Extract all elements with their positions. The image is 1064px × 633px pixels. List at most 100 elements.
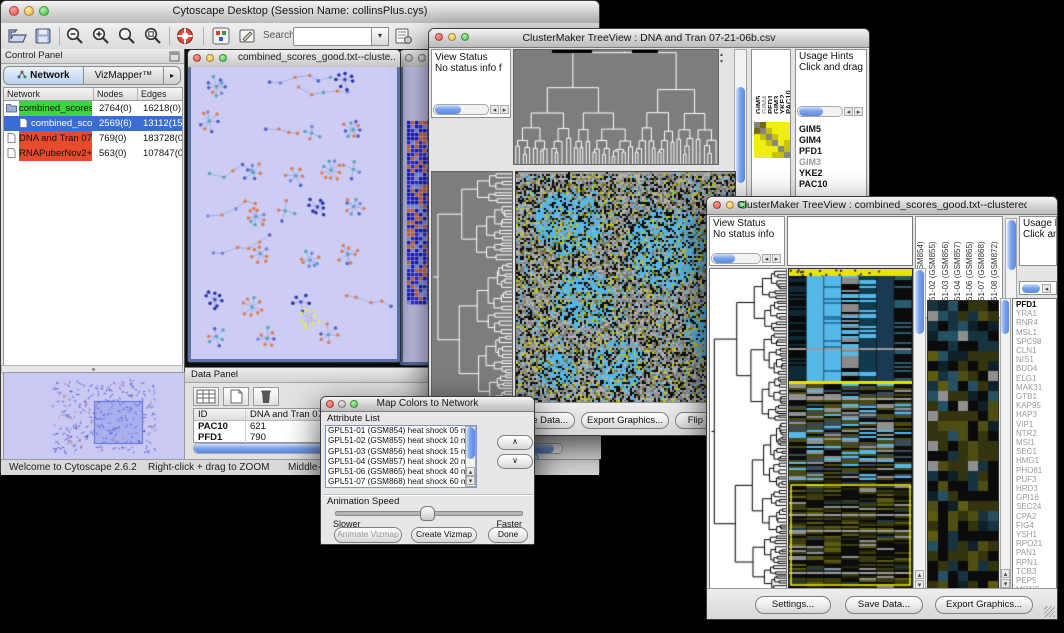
gene-label[interactable]: KAP95 (1016, 401, 1042, 410)
matrix-column-label[interactable]: PAC10 (784, 52, 790, 114)
minimize-icon[interactable] (206, 54, 214, 62)
network-list-row[interactable]: combined_sco2569(6)13112(15) (4, 116, 182, 131)
close-icon[interactable] (405, 54, 413, 62)
gene-label[interactable]: YSH1 (1016, 530, 1042, 539)
close-icon[interactable] (713, 201, 721, 209)
zoom-fit-icon[interactable] (117, 26, 137, 46)
export-graphics-button[interactable]: Export Graphics... (935, 596, 1033, 614)
gene-list-vscrollbar[interactable] (1000, 298, 1011, 591)
gene-label[interactable]: CPA2 (1016, 512, 1042, 521)
attribute-select-icon[interactable] (193, 387, 219, 406)
new-attribute-icon[interactable] (223, 387, 249, 406)
network-window-1-titlebar[interactable]: combined_scores_good.txt--cluste... (188, 50, 400, 68)
search-dropdown-icon[interactable]: ▾ (371, 27, 389, 46)
gene-label[interactable]: MSL1 (1016, 328, 1042, 337)
network-window-1[interactable]: combined_scores_good.txt--cluste... (187, 49, 401, 363)
attribute-list-item[interactable]: GPL51-02 (GSM855) heat shock 10 min (326, 436, 476, 446)
tab-vizmapper[interactable]: VizMapper™ (84, 66, 164, 85)
network-view-1[interactable] (191, 67, 397, 359)
gene-label[interactable]: MSI1 (1016, 438, 1042, 447)
gene-label[interactable]: GIM4 (799, 135, 827, 146)
gene-label[interactable]: MAK31 (1016, 383, 1042, 392)
heatmap-zoom[interactable] (927, 300, 999, 592)
network-list-row[interactable]: DNA and Tran 07769(0)183728(0) (4, 131, 182, 146)
gene-label[interactable]: PUF3 (1016, 475, 1042, 484)
resize-grip[interactable] (1044, 606, 1055, 617)
speed-slider-thumb[interactable] (420, 506, 435, 521)
attribute-list[interactable]: GPL51-01 (GSM854) heat shock 05 minGPL51… (325, 425, 477, 488)
scroll-right-icon[interactable]: ▸ (500, 105, 509, 114)
minimize-icon[interactable] (418, 54, 426, 62)
close-icon[interactable] (435, 33, 443, 41)
search-input[interactable] (293, 27, 373, 46)
gene-label[interactable]: RPO21 (1016, 539, 1042, 548)
gene-label[interactable]: PFD1 (1016, 300, 1042, 309)
tab-scroll-right-icon[interactable]: ▸ (164, 66, 181, 85)
gene-label[interactable]: ELG1 (1016, 374, 1042, 383)
gene-label[interactable]: HRD3 (1016, 484, 1042, 493)
splitter-arrows-icon[interactable]: ▴▾ (720, 51, 723, 65)
scroll-left-icon[interactable]: ◂ (1042, 284, 1051, 293)
usage-hscrollbar[interactable]: ◂ (1019, 281, 1057, 295)
gene-label[interactable]: GIM3 (799, 157, 827, 168)
dialog-titlebar[interactable]: Map Colors to Network (321, 397, 534, 412)
gene-label[interactable]: YKE2 (799, 168, 827, 179)
row-dendrogram[interactable] (431, 171, 513, 409)
close-icon[interactable] (9, 6, 19, 16)
column-dendrogram[interactable] (513, 49, 719, 165)
zoom-window-icon[interactable] (219, 54, 227, 62)
scroll-right-icon[interactable]: ▸ (854, 107, 863, 116)
tab-network[interactable]: Network (3, 66, 84, 85)
treeview2-titlebar[interactable]: ClusterMaker TreeView : combined_scores_… (707, 197, 1057, 215)
gene-label[interactable]: VIP1 (1016, 420, 1042, 429)
save-session-icon[interactable] (33, 26, 53, 46)
minimize-icon[interactable] (726, 201, 734, 209)
heatmap-global[interactable] (515, 171, 736, 409)
gene-label[interactable]: GIM5 (799, 124, 827, 135)
attribute-list-item[interactable]: GPL51-01 (GSM854) heat shock 05 min (326, 426, 476, 436)
scroll-left-icon[interactable]: ◂ (490, 105, 499, 114)
scroll-down-icon[interactable]: ▾ (466, 476, 475, 485)
attribute-browser-icon[interactable] (393, 26, 413, 46)
export-graphics-button[interactable]: Export Graphics... (581, 412, 669, 429)
attribute-list-item[interactable]: GPL51-03 (GSM856) heat shock 15 min (326, 447, 476, 457)
scroll-left-icon[interactable]: ◂ (762, 254, 771, 263)
treeview1-titlebar[interactable]: ClusterMaker TreeView : DNA and Tran 07-… (429, 29, 869, 48)
save-data-button[interactable]: Save Data... (845, 596, 923, 614)
gene-label[interactable]: YRA1 (1016, 309, 1042, 318)
gene-label[interactable]: PFD1 (799, 146, 827, 157)
heatmap-global[interactable] (788, 268, 913, 592)
open-file-icon[interactable] (7, 26, 27, 46)
scroll-up-icon[interactable]: ▴ (1001, 569, 1010, 578)
help-lifering-icon[interactable] (175, 26, 195, 46)
birdseye-view[interactable] (3, 372, 185, 460)
gene-label[interactable]: FIG4 (1016, 521, 1042, 530)
zoom-out-icon[interactable] (65, 26, 85, 46)
create-vizmap-button[interactable]: Create Vizmap (411, 527, 477, 543)
heatmap-zoom-matrix[interactable] (754, 122, 790, 158)
gene-label[interactable]: GPI16 (1016, 493, 1042, 502)
close-icon[interactable] (326, 400, 334, 408)
modify-network-icon[interactable] (211, 26, 231, 46)
gene-label[interactable]: HMG1 (1016, 456, 1042, 465)
float-panel-icon[interactable] (169, 51, 180, 62)
settings-button[interactable]: Settings... (755, 596, 831, 614)
network-list-row[interactable]: combined_scores2764(0)16218(0) (4, 101, 182, 116)
zoom-in-icon[interactable] (91, 26, 111, 46)
network-list-row[interactable]: RNAPuberNov2+563(0)107847(0) (4, 146, 182, 161)
scroll-left-icon[interactable]: ◂ (844, 107, 853, 116)
gene-label[interactable]: BUD4 (1016, 364, 1042, 373)
gene-label[interactable]: RPN1 (1016, 558, 1042, 567)
close-icon[interactable] (193, 54, 201, 62)
move-down-button[interactable]: ∨ (497, 454, 533, 469)
done-button[interactable]: Done (488, 527, 528, 543)
gene-label[interactable]: TCB3 (1016, 567, 1042, 576)
scroll-right-icon[interactable]: ▸ (772, 254, 781, 263)
attribute-list-item[interactable]: GPL51-06 (GSM865) heat shock 40 min (326, 467, 476, 477)
main-titlebar[interactable]: Cytoscape Desktop (Session Name: collins… (1, 1, 599, 24)
attribute-list-item[interactable]: GPL51-04 (GSM857) heat shock 20 min (326, 457, 476, 467)
gene-label[interactable]: CLN1 (1016, 346, 1042, 355)
gene-label[interactable]: NIS1 (1016, 355, 1042, 364)
zoom-selected-icon[interactable] (143, 26, 163, 46)
move-up-button[interactable]: ∧ (497, 435, 533, 450)
